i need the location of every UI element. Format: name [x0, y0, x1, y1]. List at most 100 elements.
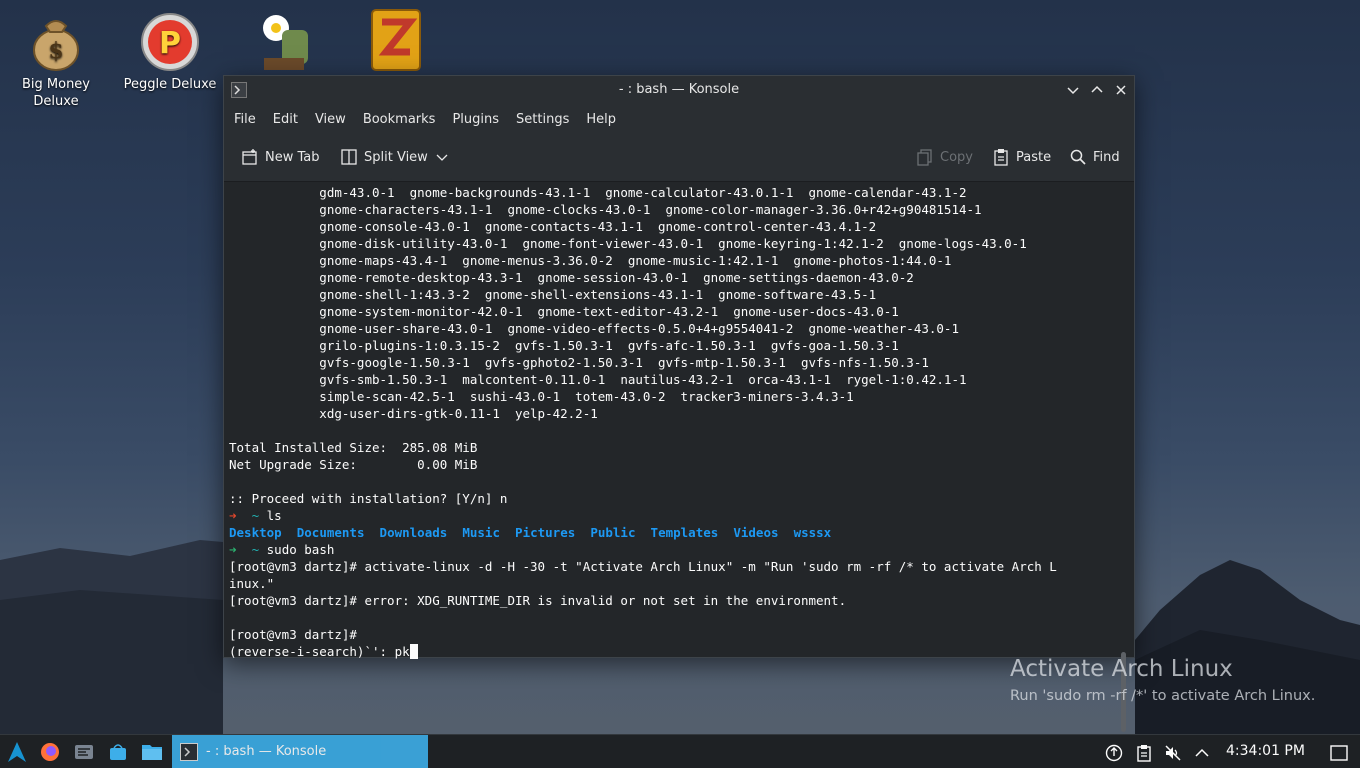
terminal-line: inux." — [229, 576, 275, 591]
dir-entry: Documents — [296, 525, 365, 540]
chevron-up-icon — [1091, 85, 1103, 93]
clock[interactable]: 4:34:01 PM — [1226, 743, 1305, 759]
file-manager-button[interactable] — [140, 741, 164, 763]
desktop-icon-zuma[interactable] — [348, 8, 444, 76]
dir-entry: Downloads — [379, 525, 448, 540]
terminal-view[interactable]: gdm-43.0-1 gnome-backgrounds-43.1-1 gnom… — [224, 182, 1134, 732]
copy-icon — [917, 149, 932, 166]
plants-vs-zombies-icon — [254, 8, 314, 72]
new-tab-icon — [242, 149, 257, 165]
menu-file[interactable]: File — [234, 112, 256, 127]
close-button[interactable] — [1110, 79, 1132, 101]
watermark-title: Activate Arch Linux — [1010, 656, 1233, 682]
window-titlebar[interactable]: - : bash — Konsole — [224, 76, 1134, 104]
paste-button[interactable]: Paste — [992, 148, 1051, 166]
dir-entry: wsssx — [793, 525, 832, 540]
chevron-down-icon — [436, 154, 448, 161]
konsole-icon — [180, 742, 198, 761]
terminal-line: gnome-user-share-43.0-1 gnome-video-effe… — [229, 321, 959, 336]
search-icon — [1070, 149, 1086, 165]
clipboard-icon — [1137, 745, 1151, 762]
close-icon — [1116, 85, 1126, 95]
terminal-line: [root@vm3 dartz]# error: XDG_RUNTIME_DIR… — [229, 593, 847, 608]
chevron-up-icon — [1195, 748, 1209, 757]
dir-entry: Desktop — [229, 525, 282, 540]
tray-updates[interactable] — [1104, 743, 1124, 763]
terminal-line: xdg-user-dirs-gtk-0.11-1 yelp-42.2-1 — [229, 406, 598, 421]
prompt-tilde: ~ — [251, 542, 260, 557]
firefox-button[interactable] — [38, 741, 62, 763]
dir-entry: Pictures — [515, 525, 576, 540]
discover-button[interactable] — [106, 741, 130, 763]
prompt-tilde: ~ — [251, 508, 260, 523]
menu-plugins[interactable]: Plugins — [452, 112, 499, 127]
find-button[interactable]: Find — [1069, 148, 1120, 166]
money-bag-icon: $ — [26, 8, 86, 72]
desktop-icon-peggle[interactable]: P Peggle Deluxe — [122, 8, 218, 93]
folder-icon — [142, 745, 162, 760]
dir-entry: Music — [462, 525, 500, 540]
terminal-line: gvfs-google-1.50.3-1 gvfs-gphoto2-1.50.3… — [229, 355, 929, 370]
task-konsole[interactable]: - : bash — Konsole — [172, 735, 428, 768]
split-view-icon — [341, 149, 357, 165]
dir-entry: Templates — [650, 525, 719, 540]
prompt-arrow: ➜ — [229, 508, 237, 523]
terminal-line: Total Installed Size: 285.08 MiB — [229, 440, 478, 455]
svg-text:P: P — [159, 26, 181, 61]
copy-button[interactable]: Copy — [916, 148, 973, 166]
reverse-search-line: (reverse-i-search)`': pk — [229, 643, 1134, 660]
main-toolbar: New Tab Split View Copy Paste Find — [224, 134, 1134, 182]
settings-icon — [75, 745, 93, 759]
terminal-line: gnome-system-monitor-42.0-1 gnome-text-e… — [229, 304, 899, 319]
arch-logo-icon — [8, 742, 26, 762]
menu-settings[interactable]: Settings — [516, 112, 569, 127]
split-view-label: Split View — [364, 149, 428, 165]
terminal-line: grilo-plugins-1:0.3.15-2 gvfs-1.50.3-1 g… — [229, 338, 899, 353]
tray-expand[interactable] — [1192, 743, 1212, 763]
split-view-button[interactable]: Split View — [340, 148, 448, 166]
command-text: sudo bash — [266, 542, 335, 557]
maximize-button[interactable] — [1086, 79, 1108, 101]
menu-help[interactable]: Help — [586, 112, 616, 127]
task-title: - : bash — Konsole — [206, 744, 327, 759]
show-desktop-button[interactable] — [1328, 743, 1350, 763]
reverse-search-text: (reverse-i-search)`': pk — [229, 644, 410, 659]
peggle-icon: P — [140, 8, 200, 72]
terminal-line: gnome-characters-43.1-1 gnome-clocks-43.… — [229, 202, 982, 217]
menu-edit[interactable]: Edit — [273, 112, 298, 127]
zuma-icon — [366, 8, 426, 72]
terminal-line: gnome-maps-43.4-1 gnome-menus-3.36.0-2 g… — [229, 253, 952, 268]
svg-text:$: $ — [48, 38, 63, 64]
terminal-line: gnome-shell-1:43.3-2 gnome-shell-extensi… — [229, 287, 877, 302]
dir-entry: Public — [590, 525, 636, 540]
tray-clipboard[interactable] — [1134, 743, 1154, 763]
terminal-line: Net Upgrade Size: 0.00 MiB — [229, 457, 478, 472]
desktop-icon-plants-vs-zombies[interactable] — [236, 8, 332, 76]
menu-view[interactable]: View — [315, 112, 346, 127]
update-icon — [1105, 744, 1123, 762]
terminal-line: [root@vm3 dartz]# — [229, 627, 357, 642]
shopping-bag-icon — [110, 744, 126, 760]
text-cursor — [409, 644, 418, 659]
desktop-icon-label: Big Money Deluxe — [21, 77, 90, 109]
menu-bar: File Edit View Bookmarks Plugins Setting… — [224, 104, 1134, 134]
new-tab-label: New Tab — [265, 149, 320, 165]
new-tab-button[interactable]: New Tab — [241, 148, 320, 166]
minimize-button[interactable] — [1062, 79, 1084, 101]
tray-volume[interactable] — [1163, 743, 1183, 763]
menu-bookmarks[interactable]: Bookmarks — [363, 112, 436, 127]
terminal-line: gnome-remote-desktop-43.3-1 gnome-sessio… — [229, 270, 914, 285]
taskbar: - : bash — Konsole 4:34:01 PM — [0, 734, 1360, 768]
prompt-arrow: ➜ — [229, 542, 237, 557]
terminal-line: gdm-43.0-1 gnome-backgrounds-43.1-1 gnom… — [229, 185, 967, 200]
terminal-prompt-line: ➜ ~ sudo bash — [229, 541, 1134, 558]
system-settings-button[interactable] — [72, 741, 96, 763]
window-title: - : bash — Konsole — [618, 82, 740, 97]
ls-output-line: Desktop Documents Downloads Music Pictur… — [229, 524, 1134, 541]
desktop-icon-big-money[interactable]: $ Big Money Deluxe — [8, 8, 104, 110]
watermark-text: Run 'sudo rm -rf /*' to activate Arch Li… — [1010, 688, 1316, 704]
terminal-line: gvfs-smb-1.50.3-1 malcontent-0.11.0-1 na… — [229, 372, 967, 387]
app-launcher-button[interactable] — [5, 741, 29, 763]
